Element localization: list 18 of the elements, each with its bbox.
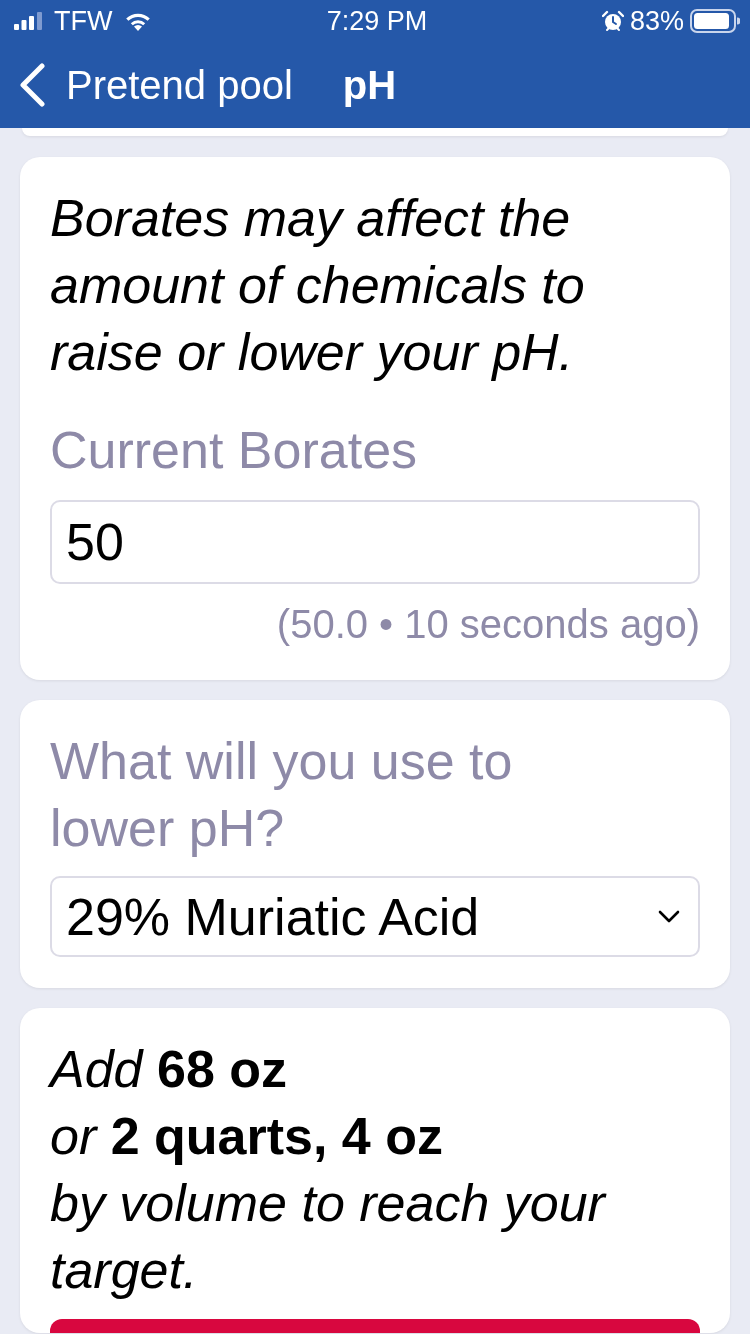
page-title: pH	[342, 62, 397, 109]
battery-percent: 83%	[629, 4, 684, 38]
status-time: 7:29 PM	[326, 4, 428, 38]
chevron-left-icon	[18, 63, 46, 107]
battery-icon	[690, 9, 740, 33]
field-label: Current Borates	[50, 420, 419, 481]
carrier-name: TFW	[54, 4, 113, 38]
last-reading-text: (50.0 • 10 seconds ago)	[275, 601, 700, 648]
back-button[interactable]: Pretend pool	[18, 61, 293, 109]
action-button[interactable]	[50, 1319, 700, 1333]
chevron-down-icon	[658, 910, 680, 923]
alarm-clock-icon	[601, 10, 624, 32]
input-field[interactable]: 50	[50, 500, 700, 584]
wifi-icon	[124, 11, 153, 31]
dropdown-field[interactable]: 29% Muriatic Acid	[50, 876, 700, 957]
info-text: Borates may affect the amount of chemicals to raise or lower your pH.	[50, 188, 586, 383]
field-label: What will you use to lower pH?	[50, 731, 514, 859]
signal-bars-icon	[14, 12, 42, 30]
